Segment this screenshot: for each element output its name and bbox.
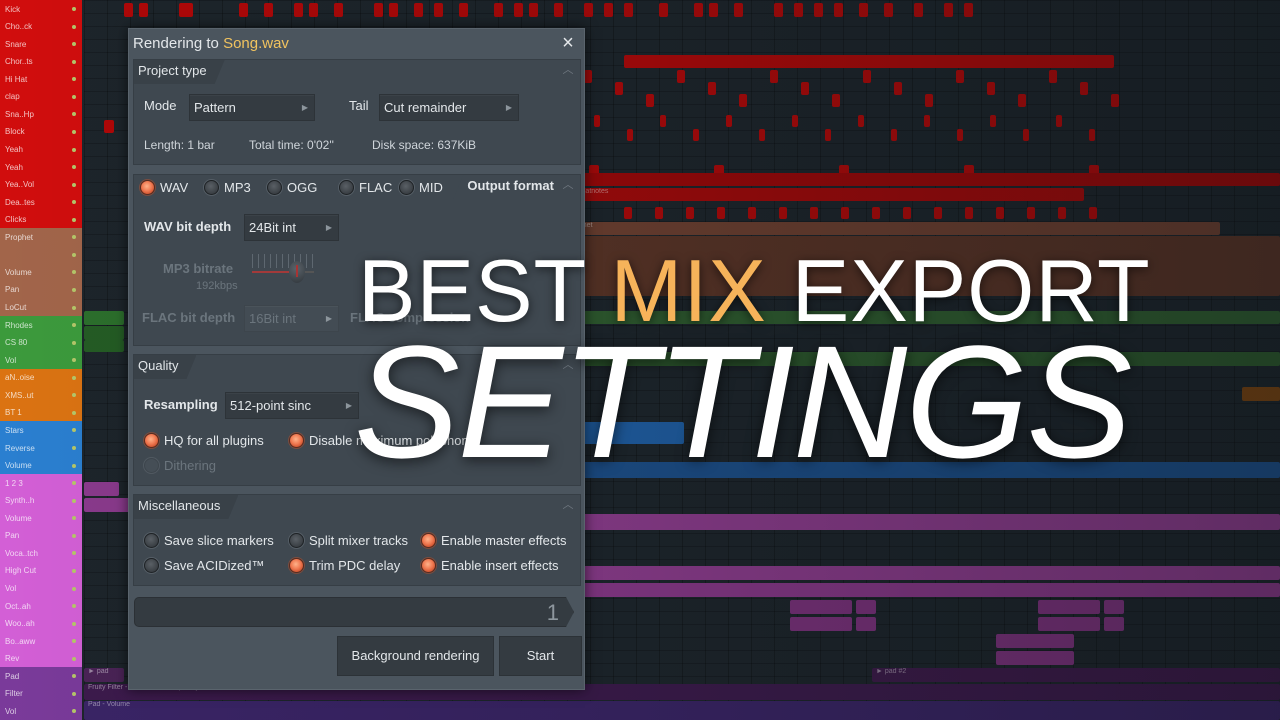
save-slice-markers-label: Save slice markers	[164, 533, 274, 548]
start-button[interactable]: Start	[499, 636, 582, 676]
tail-value: Cut remainder	[384, 100, 467, 115]
wav-bit-depth-value: 24Bit int	[249, 220, 296, 235]
collapse-chevron-icon[interactable]: ︿	[562, 499, 574, 511]
flac-bit-depth-dropdown[interactable]: 16Bit int ▶	[244, 305, 339, 332]
format-radio-ogg[interactable]: OGG	[267, 180, 317, 195]
project-type-heading: Project type	[134, 60, 225, 84]
dialog-title-prefix: Rendering to	[133, 35, 224, 52]
trim-pdc-delay-label: Trim PDC delay	[309, 558, 401, 573]
dialog-title-filename: Song.wav	[223, 35, 289, 52]
format-label: WAV	[160, 180, 189, 195]
output-format-section: WAV MP3 OGG FLAC MID Output format ︿ WAV bit…	[133, 174, 581, 346]
save-acidized-checkbox[interactable]: Save ACIDized™	[144, 558, 264, 573]
dithering-label: Dithering	[164, 458, 217, 473]
progress-value: 1	[546, 600, 559, 625]
dropdown-arrow-icon: ▶	[325, 314, 332, 323]
format-radio-flac[interactable]: FLAC	[339, 180, 392, 195]
radio-indicator	[399, 180, 414, 195]
resampling-dropdown[interactable]: 512-point sinc ▶	[225, 392, 359, 419]
format-label: OGG	[287, 180, 318, 195]
save-slice-markers-checkbox[interactable]: Save slice markers	[144, 533, 274, 548]
disable-max-polyphony-label: Disable maximum polyphony	[309, 433, 476, 448]
dropdown-arrow-icon: ▶	[345, 401, 352, 410]
output-format-heading: Output format	[453, 175, 558, 199]
disable-max-polyphony-checkbox[interactable]: Disable maximum polyphony	[289, 433, 475, 448]
hq-all-plugins-label: HQ for all plugins	[164, 433, 264, 448]
radio-indicator	[289, 558, 304, 573]
resampling-label: Resampling	[144, 397, 218, 412]
mp3-bitrate-slider[interactable]	[252, 254, 316, 288]
dropdown-arrow-icon: ▶	[505, 103, 512, 112]
format-label: MID	[419, 180, 443, 195]
radio-indicator	[289, 533, 304, 548]
format-radio-mp3[interactable]: MP3	[204, 180, 251, 195]
dropdown-arrow-icon: ▶	[325, 223, 332, 232]
tail-label: Tail	[349, 98, 369, 113]
collapse-chevron-icon[interactable]: ︿	[562, 179, 574, 191]
hq-all-plugins-checkbox[interactable]: HQ for all plugins	[144, 433, 264, 448]
enable-insert-effects-checkbox[interactable]: Enable insert effects	[421, 558, 559, 573]
mp3-bitrate-label: MP3 bitrate	[163, 261, 234, 276]
radio-indicator	[140, 180, 155, 195]
background-rendering-button[interactable]: Background rendering	[337, 636, 494, 676]
flac-compression-label: FLAC compression	[350, 310, 470, 325]
miscellaneous-heading: Miscellaneous	[134, 495, 238, 519]
radio-indicator	[144, 558, 159, 573]
format-label: MP3	[224, 180, 251, 195]
tail-dropdown[interactable]: Cut remainder ▶	[379, 94, 519, 121]
slider-knob[interactable]	[288, 261, 305, 283]
radio-indicator	[339, 180, 354, 195]
radio-indicator	[289, 433, 304, 448]
slider-ticks	[252, 254, 316, 268]
collapse-chevron-icon[interactable]: ︿	[562, 359, 574, 371]
radio-indicator	[144, 433, 159, 448]
close-icon[interactable]: ×	[558, 32, 578, 54]
save-acidized-label: Save ACIDized™	[164, 558, 265, 573]
format-label: FLAC	[359, 180, 393, 195]
dropdown-arrow-icon: ▶	[301, 103, 308, 112]
quality-section: Quality ︿ Resampling 512-point sinc ▶ HQ…	[133, 354, 581, 486]
split-mixer-tracks-label: Split mixer tracks	[309, 533, 408, 548]
length-readout: Length: 1 bar	[144, 138, 215, 152]
format-radio-mid[interactable]: MID	[399, 180, 443, 195]
trim-pdc-delay-checkbox[interactable]: Trim PDC delay	[289, 558, 400, 573]
flac-bit-depth-value: 16Bit int	[249, 311, 296, 326]
dithering-checkbox[interactable]: Dithering	[144, 458, 216, 473]
enable-master-effects-checkbox[interactable]: Enable master effects	[421, 533, 567, 548]
mode-value: Pattern	[194, 100, 236, 115]
miscellaneous-section: Miscellaneous ︿ Save slice markers Split…	[133, 494, 581, 586]
wav-bit-depth-dropdown[interactable]: 24Bit int ▶	[244, 214, 339, 241]
radio-indicator	[144, 533, 159, 548]
resampling-value: 512-point sinc	[230, 398, 311, 413]
mode-label: Mode	[144, 98, 177, 113]
dialog-title: Rendering to Song.wav	[133, 35, 289, 52]
radio-indicator	[267, 180, 282, 195]
radio-indicator	[421, 533, 436, 548]
radio-indicator	[421, 558, 436, 573]
mp3-bitrate-value: 192kbps	[196, 280, 238, 292]
enable-master-effects-label: Enable master effects	[441, 533, 567, 548]
disk-space-readout: Disk space: 637KiB	[372, 138, 477, 152]
format-radio-wav[interactable]: WAV	[140, 180, 188, 195]
collapse-chevron-icon[interactable]: ︿	[562, 64, 574, 76]
render-progress-bar: 1	[134, 597, 574, 627]
flac-bit-depth-label: FLAC bit depth	[142, 310, 236, 325]
split-mixer-tracks-checkbox[interactable]: Split mixer tracks	[289, 533, 408, 548]
radio-indicator	[144, 458, 159, 473]
total-time-readout: Total time: 0'02''	[249, 138, 334, 152]
enable-insert-effects-label: Enable insert effects	[441, 558, 559, 573]
project-type-section: Project type ︿ Mode Pattern ▶ Tail Cut r…	[133, 59, 581, 165]
render-dialog: Rendering to Song.wav × Project type ︿ M…	[128, 28, 585, 690]
radio-indicator	[204, 180, 219, 195]
wav-bit-depth-label: WAV bit depth	[144, 219, 232, 234]
quality-heading: Quality	[134, 355, 196, 379]
mode-dropdown[interactable]: Pattern ▶	[189, 94, 315, 121]
